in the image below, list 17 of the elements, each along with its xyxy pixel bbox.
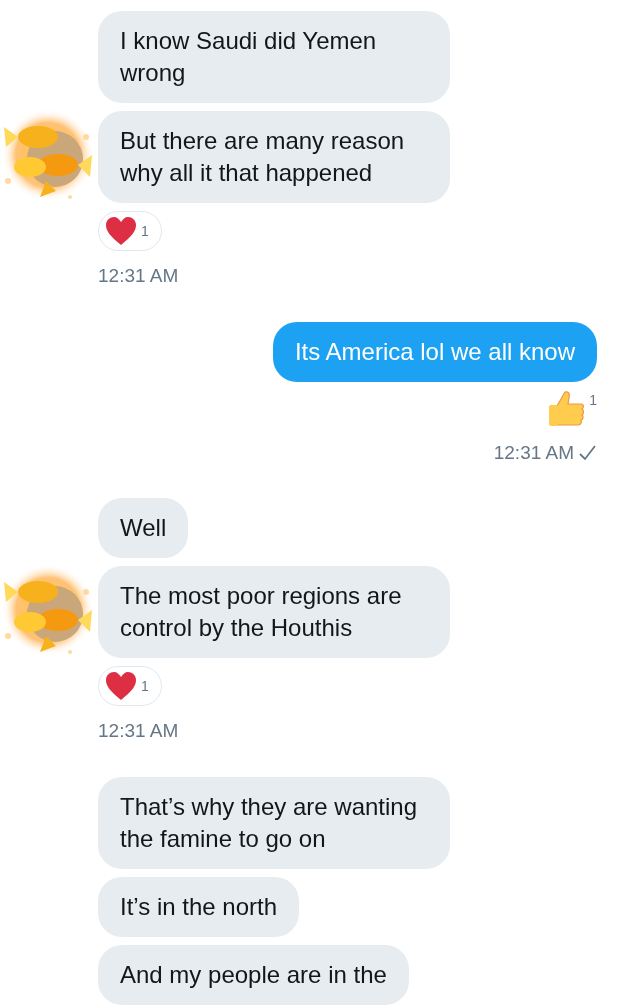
message-bubble: Its America lol we all know — [272, 321, 597, 382]
timestamp: 12:31 AM — [493, 440, 574, 465]
heart-icon — [105, 671, 137, 701]
message-bubble: I know Saudi did Yemen wrong — [98, 11, 450, 103]
message-bubble: Well — [98, 498, 189, 558]
message-bubble: It’s in the north — [98, 876, 299, 937]
reaction-badge[interactable]: 1 — [547, 389, 597, 428]
thumbs-up-icon — [547, 389, 586, 428]
message-bubble: The most poor regions are control by the Houthis — [98, 566, 450, 658]
timestamp: 12:31 AM — [98, 264, 179, 288]
message-bubble: But there are many reason why all it that happened — [98, 111, 450, 203]
message-bubble: That’s why they are wanting the famine to go on — [98, 776, 450, 869]
reaction-badge[interactable]: 1 — [98, 211, 162, 251]
reaction-badge[interactable]: 1 — [98, 666, 162, 706]
message-bubble: And my people are in the — [98, 944, 409, 1005]
heart-icon — [105, 216, 137, 246]
timestamp: 12:31 AM — [98, 719, 179, 743]
